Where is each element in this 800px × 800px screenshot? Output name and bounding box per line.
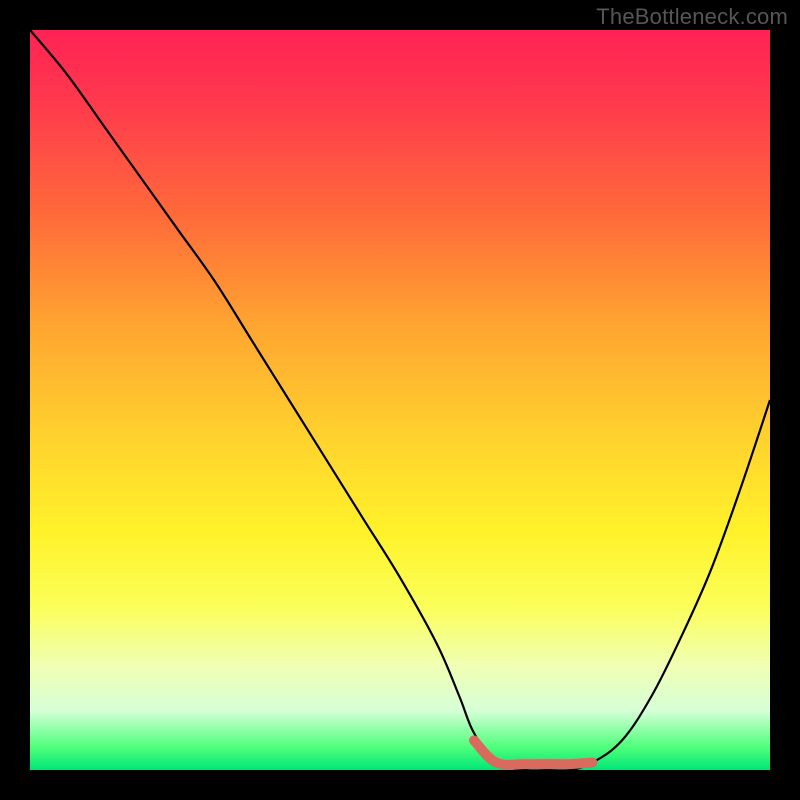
watermark-text: TheBottleneck.com bbox=[596, 4, 788, 30]
chart-frame: TheBottleneck.com bbox=[0, 0, 800, 800]
bottleneck-curve bbox=[30, 30, 770, 770]
plot-area bbox=[30, 30, 770, 770]
curve-layer bbox=[30, 30, 770, 770]
optimal-range-marker bbox=[474, 740, 592, 764]
